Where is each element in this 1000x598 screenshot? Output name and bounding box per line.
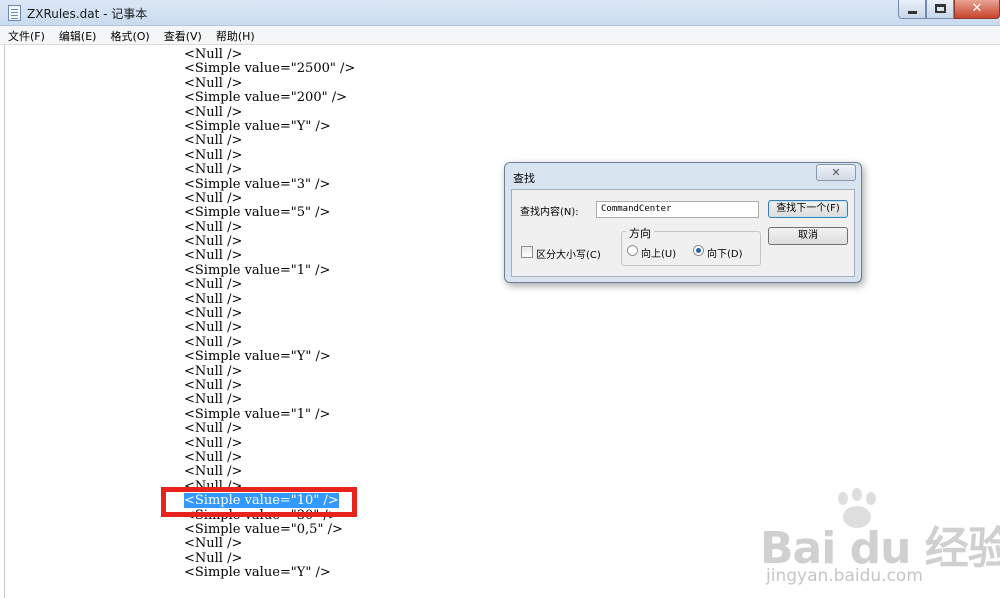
highlight-annotation-box <box>161 487 357 517</box>
text-line: <Null /> <box>184 133 243 149</box>
baidu-watermark: Bai du 经验 jingyan.baidu.com <box>760 488 1000 596</box>
text-line: <Simple value="Y" /> <box>184 565 331 581</box>
text-line: <Null /> <box>184 536 243 552</box>
dialog-close-button[interactable]: ✕ <box>816 164 856 181</box>
menu-edit[interactable]: 编辑(E) <box>51 26 103 44</box>
text-line: <Null /> <box>184 334 243 350</box>
text-line: <Null /> <box>184 248 243 264</box>
find-next-button[interactable]: 查找下一个(F) <box>768 200 848 218</box>
text-line: <Null /> <box>184 449 243 465</box>
text-line: <Simple value="5" /> <box>184 205 331 221</box>
text-line: <Null /> <box>184 306 243 322</box>
text-line: <Null /> <box>184 75 243 91</box>
menu-help[interactable]: 帮助(H) <box>208 26 261 44</box>
text-line: <Null /> <box>184 392 243 408</box>
dialog-title: 查找 <box>513 172 535 185</box>
menu-file[interactable]: 文件(F) <box>0 26 51 44</box>
window-controls: ✕ <box>898 0 1000 20</box>
match-case-label: 区分大小写(C) <box>536 250 601 261</box>
text-line: <Null /> <box>184 219 243 235</box>
find-input[interactable]: CommandCenter <box>596 201 759 218</box>
text-line: <Simple value="200" /> <box>184 90 347 106</box>
minimize-icon <box>908 11 917 14</box>
direction-up-radio[interactable] <box>627 245 638 256</box>
text-line: <Null /> <box>184 363 243 379</box>
text-line: <Simple value="2500" /> <box>184 61 356 77</box>
text-line: <Simple value="3" /> <box>184 176 331 192</box>
menu-view[interactable]: 查看(V) <box>156 26 208 44</box>
watermark-url: jingyan.baidu.com <box>766 566 923 586</box>
dialog-body: 查找内容(N): CommandCenter 查找下一个(F) 取消 区分大小写… <box>511 189 855 277</box>
text-line: <Null /> <box>184 377 243 393</box>
text-line: <Null /> <box>184 550 243 566</box>
text-line: <Simple value="0,5" /> <box>184 521 343 537</box>
text-line: <Null /> <box>184 464 243 480</box>
text-line: <Null /> <box>184 190 243 206</box>
cancel-button[interactable]: 取消 <box>768 227 848 245</box>
text-line: <Null /> <box>184 291 243 307</box>
text-line: <Simple value="Y" /> <box>184 118 331 134</box>
title-bar: ZXRules.dat - 记事本 ✕ <box>0 0 1000 26</box>
text-line: <Null /> <box>184 47 243 62</box>
text-line: <Null /> <box>184 277 243 293</box>
text-line: <Null /> <box>184 320 243 336</box>
match-case-checkbox[interactable] <box>521 246 533 258</box>
direction-down-radio[interactable] <box>693 245 704 256</box>
maximize-button[interactable] <box>926 0 954 19</box>
notepad-icon <box>8 5 21 21</box>
find-dialog: 查找 ✕ 查找内容(N): CommandCenter 查找下一个(F) 取消 … <box>504 162 862 283</box>
text-line: <Null /> <box>184 435 243 451</box>
close-icon: ✕ <box>971 1 983 16</box>
text-line: <Null /> <box>184 147 243 163</box>
text-line: <Simple value="1" /> <box>184 262 331 278</box>
maximize-icon <box>935 4 946 13</box>
text-line: <Null /> <box>184 421 243 437</box>
text-line: <Null /> <box>184 234 243 250</box>
text-line: <Simple value="Y" /> <box>184 349 331 365</box>
text-line: <Null /> <box>184 162 243 178</box>
text-line: <Simple value="1" /> <box>184 406 331 422</box>
direction-down-label: 向下(D) <box>707 249 743 260</box>
find-label: 查找内容(N): <box>520 207 579 218</box>
menu-bar: 文件(F) 编辑(E) 格式(O) 查看(V) 帮助(H) <box>0 26 1000 45</box>
window-title: ZXRules.dat - 记事本 <box>27 7 148 21</box>
close-button[interactable]: ✕ <box>954 0 1000 19</box>
direction-up-label: 向上(U) <box>641 249 677 260</box>
menu-format[interactable]: 格式(O) <box>102 26 155 44</box>
minimize-button[interactable] <box>898 0 926 19</box>
text-line: <Null /> <box>184 104 243 120</box>
direction-label: 方向 <box>626 225 654 241</box>
